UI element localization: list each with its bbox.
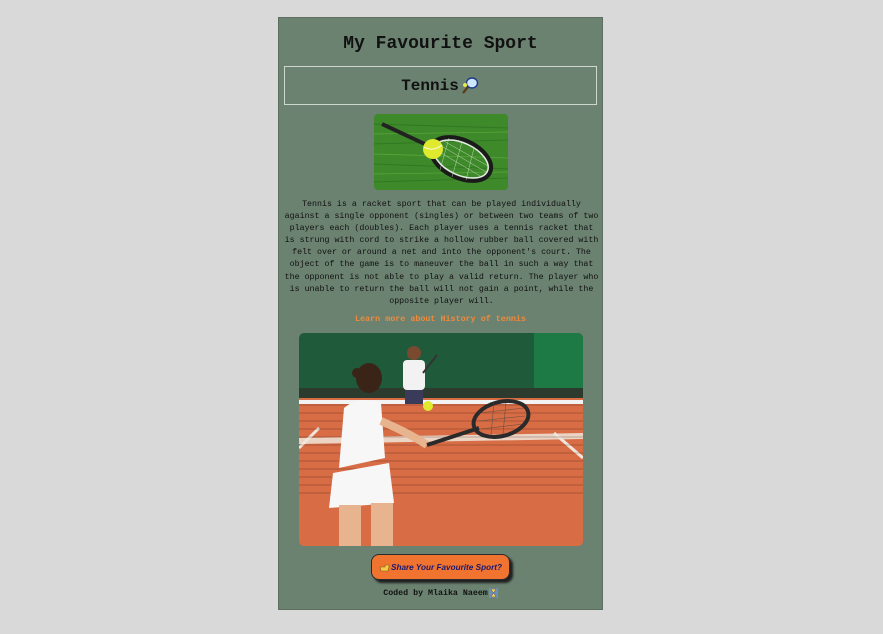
- racket-on-grass-image: [374, 114, 508, 190]
- footer-credit: Coded by Mlaika Naeem: [383, 588, 488, 598]
- footer: Coded by Mlaika Naeem: [279, 588, 602, 598]
- sport-description: Tennis is a racket sport that can be pla…: [284, 200, 599, 306]
- tennis-players-image: [299, 333, 583, 546]
- sport-name: Tennis: [401, 76, 459, 95]
- sport-card: My Favourite Sport Tennis Tennis is a ra…: [278, 17, 603, 610]
- share-button-label: Share Your Favourite Sport?: [390, 562, 502, 572]
- pointing-hand-icon: [379, 563, 390, 572]
- hourglass-icon: [488, 588, 498, 598]
- tennis-racket-icon: [460, 76, 480, 96]
- history-of-tennis-link[interactable]: Learn more about History of tennis: [279, 314, 602, 324]
- share-favourite-sport-button[interactable]: Share Your Favourite Sport?: [371, 554, 510, 580]
- sport-heading-box: Tennis: [284, 66, 597, 105]
- page-title: My Favourite Sport: [343, 34, 538, 54]
